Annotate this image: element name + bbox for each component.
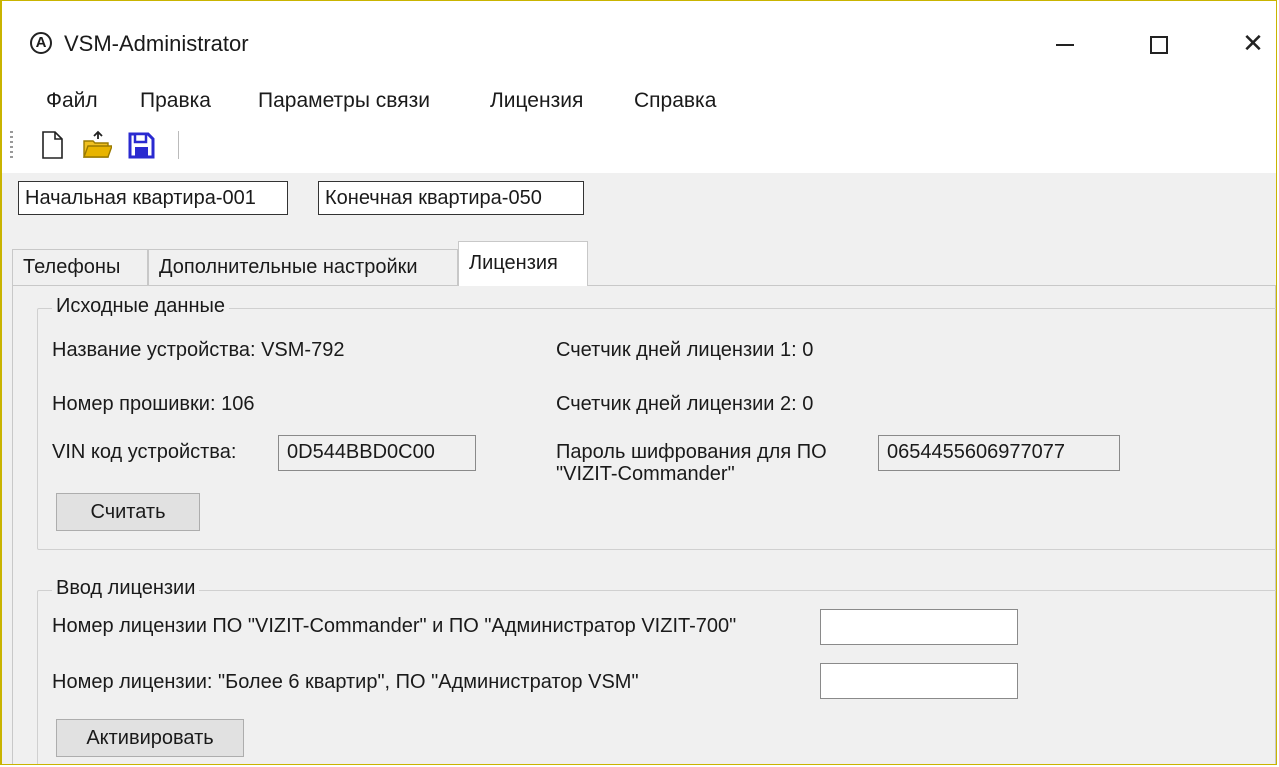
tab-phones[interactable]: Телефоны [12, 249, 148, 285]
close-button[interactable]: ✕ [1218, 19, 1276, 67]
encryption-password-field[interactable]: 0654455606977077 [878, 435, 1120, 471]
encryption-password-label: Пароль шифрования для ПО "VIZIT-Commande… [556, 441, 827, 485]
firmware-label: Номер прошивки: 106 [52, 393, 255, 415]
app-logo-icon: A [30, 32, 52, 54]
encryption-password-label-line2: "VIZIT-Commander" [556, 463, 735, 485]
activate-button[interactable]: Активировать [56, 719, 244, 757]
tab-license[interactable]: Лицензия [458, 241, 588, 286]
license-2-input[interactable] [820, 663, 1018, 699]
license-tab-page: Исходные данные Название устройства: VSM… [12, 285, 1276, 764]
title-bar[interactable]: A VSM-Administrator ✕ [2, 1, 1276, 79]
device-name-label: Название устройства: VSM-792 [52, 339, 345, 361]
minimize-icon [1056, 44, 1074, 47]
menu-connection-settings[interactable]: Параметры связи [258, 89, 430, 113]
menu-file[interactable]: Файл [46, 89, 98, 113]
save-icon[interactable] [126, 129, 156, 161]
source-data-group: Исходные данные Название устройства: VSM… [37, 295, 1276, 550]
vin-field[interactable]: 0D544BBD0C00 [278, 435, 476, 471]
close-icon: ✕ [1242, 28, 1264, 58]
menu-edit[interactable]: Правка [140, 89, 211, 113]
menu-bar: Файл Правка Параметры связи Лицензия Спр… [2, 79, 1276, 123]
vin-label: VIN код устройства: [52, 441, 237, 463]
license-2-label: Номер лицензии: "Более 6 квартир", ПО "А… [52, 671, 639, 693]
license-input-title: Ввод лицензии [52, 577, 200, 600]
source-data-title: Исходные данные [52, 295, 229, 318]
minimize-button[interactable] [1030, 19, 1100, 67]
tab-additional-settings[interactable]: Дополнительные настройки [148, 249, 458, 285]
license-counter-1-label: Счетчик дней лицензии 1: 0 [556, 339, 814, 361]
license-1-label: Номер лицензии ПО "VIZIT-Commander" и ПО… [52, 615, 737, 637]
toolbar-separator [178, 131, 182, 159]
maximize-button[interactable] [1124, 19, 1194, 67]
tab-strip: Телефоны Дополнительные настройки Лиценз… [12, 241, 1276, 286]
license-counter-2-label: Счетчик дней лицензии 2: 0 [556, 393, 814, 415]
read-button[interactable]: Считать [56, 493, 200, 531]
new-document-icon[interactable] [38, 129, 68, 161]
start-apartment-field[interactable]: Начальная квартира-001 [18, 181, 288, 215]
open-folder-icon[interactable] [82, 129, 112, 161]
window-title: VSM-Administrator [64, 31, 249, 56]
maximize-icon [1150, 36, 1168, 55]
license-input-group: Ввод лицензии Номер лицензии ПО "VIZIT-C… [37, 577, 1276, 764]
toolbar-grip[interactable] [10, 131, 13, 161]
menu-help[interactable]: Справка [634, 89, 716, 113]
end-apartment-field[interactable]: Конечная квартира-050 [318, 181, 584, 215]
menu-license[interactable]: Лицензия [490, 89, 583, 113]
encryption-password-label-line1: Пароль шифрования для ПО [556, 441, 827, 463]
license-1-input[interactable] [820, 609, 1018, 645]
toolbar [2, 123, 1276, 173]
app-window: A VSM-Administrator ✕ Файл Правка Параме… [0, 0, 1277, 765]
